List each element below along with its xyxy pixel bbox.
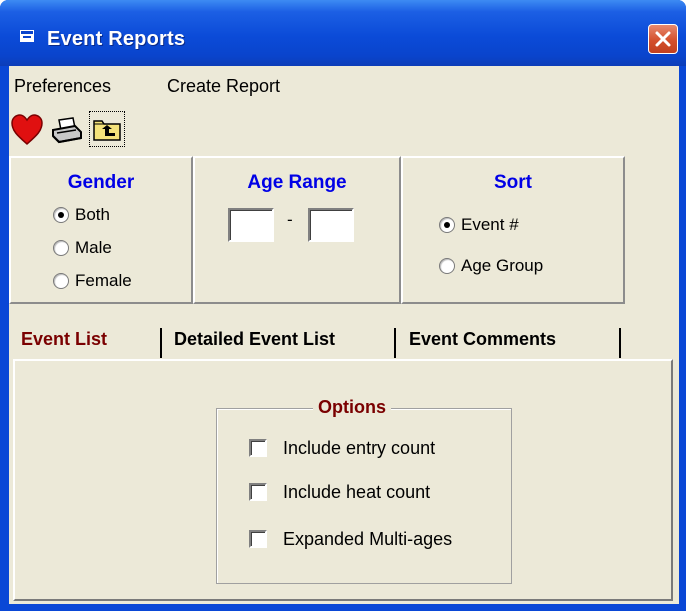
menu-bar: Preferences Create Report (9, 66, 679, 104)
radio-label: Both (75, 205, 110, 224)
toolbar (9, 110, 679, 152)
client-area: Preferences Create Report Gender Both Ma… (9, 66, 679, 604)
age-range-panel: Age Range - (193, 156, 401, 304)
tab-detailed-event-list[interactable]: Detailed Event List (162, 320, 392, 358)
radio-button[interactable] (439, 217, 455, 233)
gender-title: Gender (67, 172, 135, 193)
menu-preferences[interactable]: Preferences (14, 76, 111, 97)
heart-button[interactable] (9, 112, 45, 148)
sort-panel: Sort Event # Age Group (401, 156, 625, 304)
window-icon (20, 30, 34, 42)
heart-icon (11, 114, 43, 146)
tab-label: Event Comments (409, 329, 557, 349)
checkbox[interactable] (249, 439, 267, 457)
checkbox-label: Expanded Multi-ages (283, 529, 453, 549)
menu-create-report[interactable]: Create Report (167, 76, 280, 97)
gender-panel: Gender Both Male Female (9, 156, 193, 304)
age-from-input[interactable] (228, 208, 274, 242)
radio-label: Age Group (461, 256, 544, 275)
age-range-separator: - (287, 210, 293, 229)
radio-button[interactable] (53, 207, 69, 223)
radio-button[interactable] (439, 258, 455, 274)
printer-icon (52, 117, 82, 144)
tab-event-list[interactable]: Event List (9, 320, 159, 358)
tab-label: Detailed Event List (174, 329, 336, 349)
radio-button[interactable] (53, 273, 69, 289)
radio-label: Event # (461, 215, 519, 234)
close-button[interactable] (648, 24, 678, 54)
folder-up-button[interactable] (89, 111, 125, 147)
window-title: Event Reports (47, 28, 186, 50)
radio-label: Female (75, 271, 132, 290)
event-reports-window: Event Reports Preferences Create Report (0, 0, 686, 611)
checkbox[interactable] (249, 483, 267, 501)
checkbox-label: Include heat count (283, 482, 431, 502)
sort-title: Sort (494, 172, 532, 193)
title-bar[interactable]: Event Reports (0, 0, 686, 66)
radio-label: Male (75, 238, 112, 257)
age-range-title: Age Range (247, 172, 347, 193)
checkbox-label: Include entry count (283, 438, 436, 458)
folder-up-icon (93, 120, 121, 141)
tab-event-comments[interactable]: Event Comments (396, 320, 618, 358)
tab-divider (619, 328, 621, 358)
tab-label: Event List (21, 329, 108, 349)
checkbox[interactable] (249, 530, 267, 548)
radio-button[interactable] (53, 240, 69, 256)
age-to-input[interactable] (308, 208, 354, 242)
print-button[interactable] (49, 112, 85, 148)
close-x-icon (655, 31, 671, 47)
options-group: Options Include entry count Include heat… (216, 397, 512, 584)
options-title: Options (313, 397, 391, 418)
report-tabs: Event List Detailed Event List Event Com… (9, 320, 679, 358)
